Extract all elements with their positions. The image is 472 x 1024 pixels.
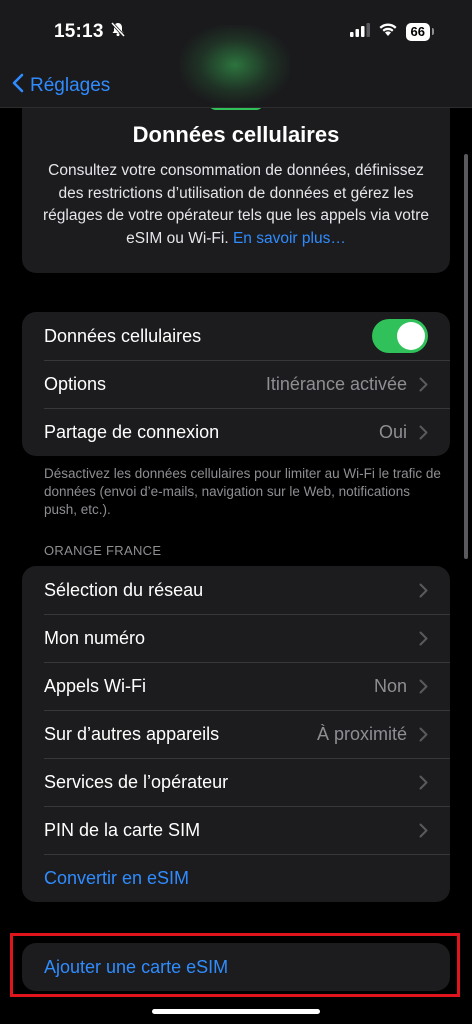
convert-esim-button[interactable]: Convertir en eSIM	[44, 868, 189, 889]
other-devices-value: À proximité	[316, 723, 407, 744]
cellular-signal-icon	[349, 22, 370, 42]
battery-icon: 66	[405, 23, 435, 41]
wifi-calls-value-group: Non	[374, 676, 428, 697]
navigation-bar: Réglages	[0, 64, 472, 108]
chevron-right-icon	[419, 727, 428, 741]
my-number-label: Mon numéro	[44, 627, 146, 648]
chevron-right-icon	[419, 631, 428, 645]
other-devices-value-group: À proximité	[317, 724, 428, 745]
row-cellular-data: Données cellulaires	[22, 312, 450, 360]
back-button[interactable]: Réglages	[12, 73, 110, 99]
options-value: Itinérance activée	[265, 373, 407, 394]
row-add-esim[interactable]: Ajouter une carte eSIM	[22, 943, 450, 991]
sim-pin-value-group	[419, 823, 428, 838]
hotspot-value-group: Oui	[379, 422, 428, 443]
network-selection-value-group	[419, 583, 428, 598]
row-my-number[interactable]: Mon numéro	[22, 614, 450, 662]
my-number-value-group	[419, 631, 428, 646]
status-time-group: 15:13	[54, 21, 126, 43]
back-button-label: Réglages	[30, 74, 111, 96]
row-other-devices[interactable]: Sur d’autres appareils À proximité	[22, 710, 450, 758]
carrier-services-label: Services de l’opérateur	[44, 771, 229, 792]
chevron-right-icon	[419, 775, 428, 789]
add-esim-button[interactable]: Ajouter une carte eSIM	[44, 957, 228, 978]
home-indicator[interactable]	[152, 1009, 320, 1014]
carrier-section-header: ORANGE FRANCE	[44, 543, 162, 558]
add-esim-group: Ajouter une carte eSIM	[22, 943, 450, 991]
scroll-indicator[interactable]	[464, 154, 468, 559]
row-options[interactable]: Options Itinérance activée	[22, 360, 450, 408]
options-value-group: Itinérance activée	[266, 374, 428, 395]
wifi-calls-label: Appels Wi-Fi	[44, 675, 147, 696]
wifi-icon	[378, 22, 398, 42]
chevron-right-icon	[419, 823, 428, 837]
row-wifi-calls[interactable]: Appels Wi-Fi Non	[22, 662, 450, 710]
options-label: Options	[44, 373, 107, 394]
info-card: Données cellulaires Consultez votre cons…	[22, 102, 450, 273]
learn-more-link[interactable]: En savoir plus…	[233, 230, 346, 247]
hotspot-value: Oui	[378, 421, 407, 442]
network-selection-label: Sélection du réseau	[44, 579, 204, 600]
toggle-knob	[397, 322, 425, 350]
cellular-data-toggle[interactable]	[372, 319, 428, 353]
cellular-data-label: Données cellulaires	[44, 325, 202, 346]
chevron-right-icon	[419, 377, 428, 391]
status-bar: 15:13 66	[0, 0, 472, 64]
carrier-services-value-group	[419, 775, 428, 790]
carrier-settings-group: Sélection du réseau Mon numéro Appels Wi…	[22, 566, 450, 902]
chevron-right-icon	[419, 425, 428, 439]
hotspot-label: Partage de connexion	[44, 421, 220, 442]
cellular-settings-group: Données cellulaires Options Itinérance a…	[22, 312, 450, 456]
status-icons: 66	[349, 22, 435, 42]
chevron-left-icon	[12, 73, 24, 99]
sim-pin-label: PIN de la carte SIM	[44, 819, 201, 840]
status-time: 15:13	[54, 21, 104, 42]
wifi-calls-value: Non	[373, 675, 407, 696]
row-hotspot[interactable]: Partage de connexion Oui	[22, 408, 450, 456]
row-convert-esim[interactable]: Convertir en eSIM	[22, 854, 450, 902]
row-carrier-services[interactable]: Services de l’opérateur	[22, 758, 450, 806]
bell-slash-icon	[110, 21, 126, 43]
page-title: Données cellulaires	[132, 122, 340, 147]
row-sim-pin[interactable]: PIN de la carte SIM	[22, 806, 450, 854]
chevron-right-icon	[419, 583, 428, 597]
chevron-right-icon	[419, 679, 428, 693]
row-network-selection[interactable]: Sélection du réseau	[22, 566, 450, 614]
settings-content: Données cellulaires Consultez votre cons…	[0, 102, 472, 1024]
other-devices-label: Sur d’autres appareils	[44, 723, 220, 744]
cellular-footnote: Désactivez les données cellulaires pour …	[44, 466, 441, 517]
info-description: Consultez votre consommation de données,…	[42, 160, 430, 250]
